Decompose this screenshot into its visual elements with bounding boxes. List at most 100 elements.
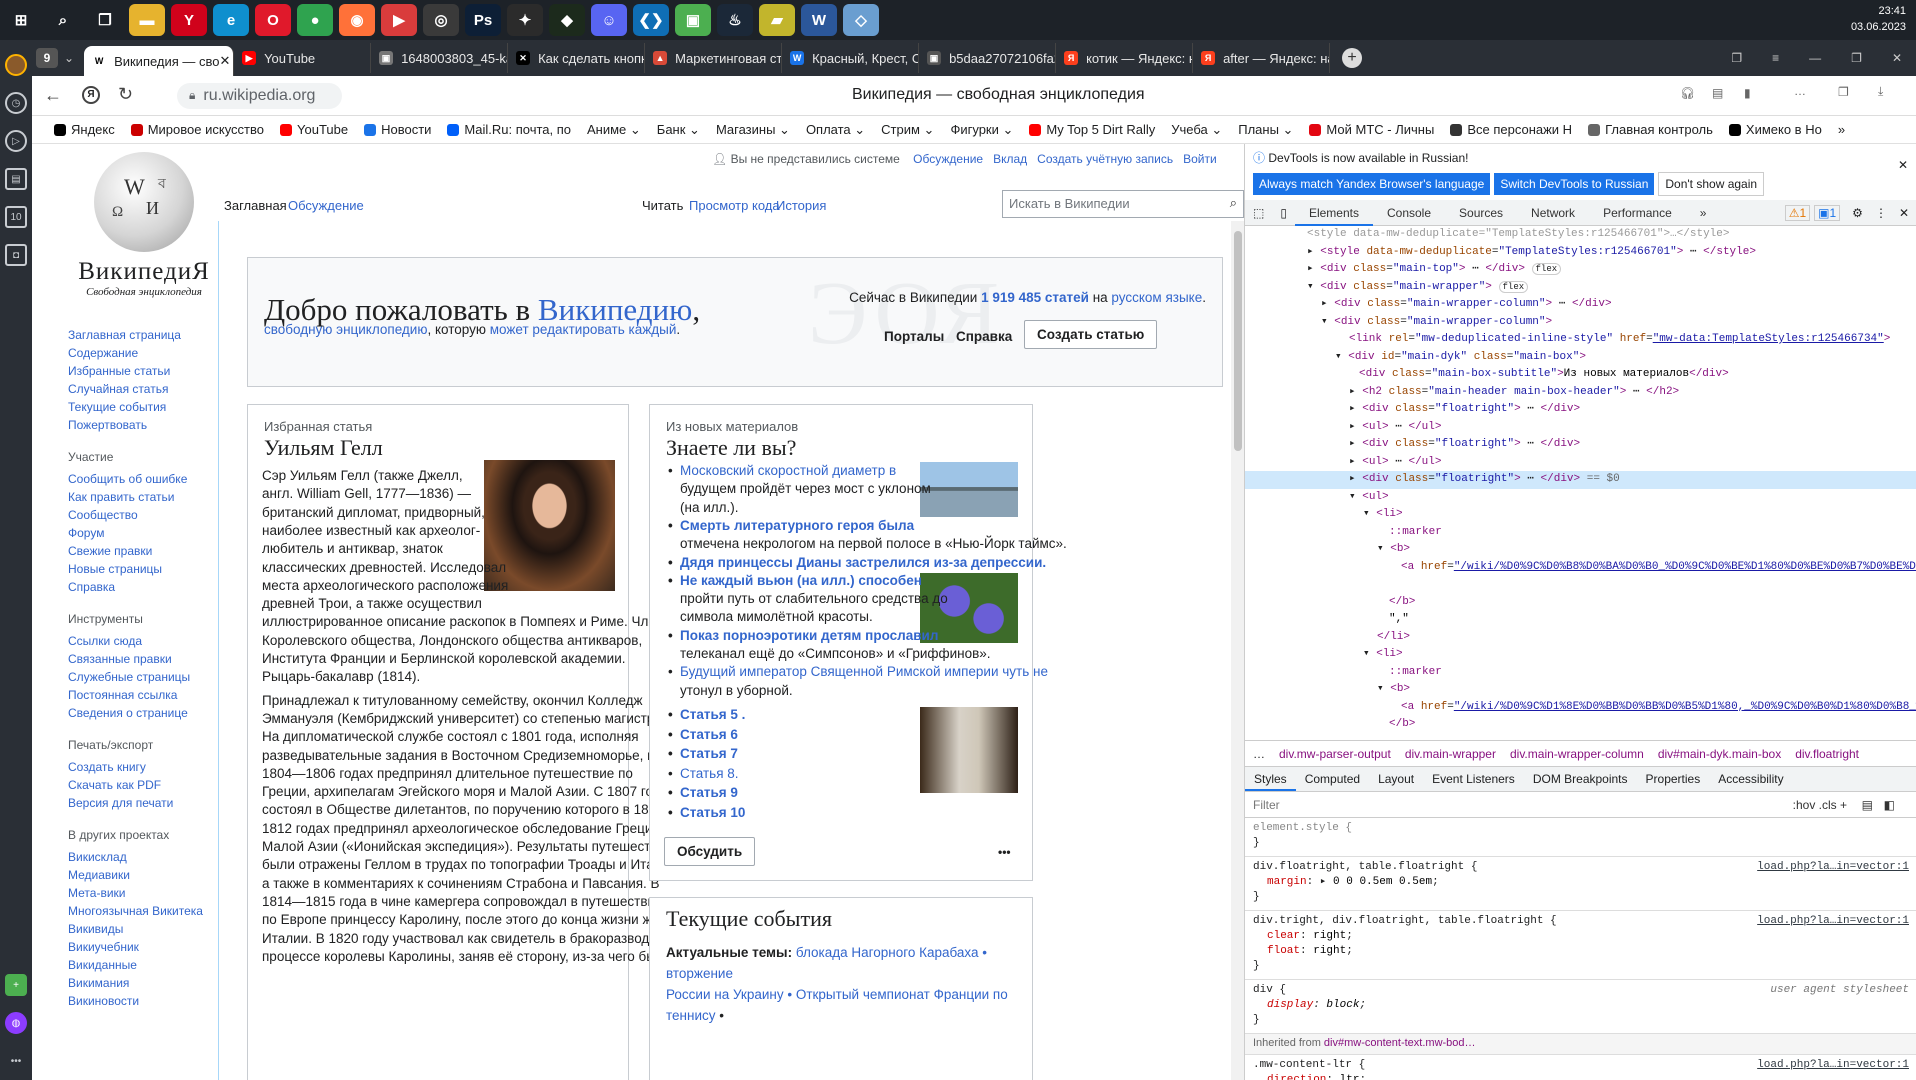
create-article-button[interactable]: Создать статью [1024,320,1158,349]
sidebar-link[interactable]: Постоянная ссылка [68,688,208,702]
tab-main-page[interactable]: Заглавная [224,198,287,213]
back-icon[interactable]: ← [44,85,62,106]
breadcrumb-item[interactable]: div.mw-parser-output [1279,747,1391,761]
bookmark-item[interactable]: Стрим ⌄ [881,122,934,138]
styles-subtab[interactable]: Accessibility [1709,767,1792,791]
notes-icon[interactable]: 10 [5,206,27,228]
dyk-item-line[interactable]: утонул в уборной. [680,680,793,702]
discuss-button[interactable]: Обсудить [664,837,756,866]
sidebar-link[interactable]: Заглавная страница [68,328,208,342]
browser-tab[interactable]: ▶ YouTube [234,43,372,73]
sidebar-link[interactable]: Викиновости [68,994,208,1008]
device-toggle-icon[interactable]: ▯ [1272,206,1295,220]
more-icon[interactable]: ••• [5,1050,27,1072]
sidebar-link[interactable]: Текущие события [68,400,208,414]
help-link[interactable]: Справка [956,329,1012,344]
opera-icon[interactable]: O [255,4,291,36]
search-icon[interactable]: ⌕ [45,4,81,36]
bookmark-item[interactable]: Главная контроль [1588,122,1713,137]
bookmark-icon[interactable]: ▮ [1744,86,1751,100]
url-field[interactable]: 🔒︎ ru.wikipedia.org [177,82,342,109]
bookmark-item[interactable]: Фигурки ⌄ [950,122,1013,138]
davinci-icon[interactable]: ✦ [507,4,543,36]
bookmark-item[interactable]: YouTube [280,122,348,137]
styles-subtab[interactable]: Properties [1637,767,1710,791]
close-banner-icon[interactable]: ✕ [1898,158,1908,172]
sidebar-link[interactable]: Как править статьи [68,490,208,504]
bookmark-item[interactable]: My Top 5 Dirt Rally [1029,122,1155,137]
switch-russian-button[interactable]: Switch DevTools to Russian [1494,173,1655,195]
browser-tab[interactable]: ▣ 1648003803_45-karti [371,43,509,73]
user-link[interactable]: Войти [1183,152,1217,166]
headphones-icon[interactable]: 🎧︎ [1680,86,1695,100]
user-link[interactable]: Создать учётную запись [1037,152,1173,166]
styles-subtab[interactable]: DOM Breakpoints [1524,767,1637,791]
tab-history[interactable]: История [776,198,826,213]
sidebar-link[interactable]: Викисклад [68,850,208,864]
sidebar-link[interactable]: Содержание [68,346,208,360]
sidebar-link[interactable]: Скачать как PDF [68,778,208,792]
file-explorer-icon[interactable]: ▬ [129,4,165,36]
search-input[interactable]: Искать в Википедии ⌕ [1002,190,1244,218]
bookmark-item[interactable]: Планы ⌄ [1238,122,1293,138]
devtools-tab[interactable]: Network [1517,200,1589,226]
alice-icon[interactable]: ◍ [5,1012,27,1034]
styles-subtab[interactable]: Layout [1369,767,1423,791]
sidebar-link[interactable]: Викимания [68,976,208,990]
collections-icon[interactable]: ▤ [5,168,27,190]
minimize-button[interactable]: — [1809,51,1821,65]
more-options-icon[interactable]: ••• [998,845,1011,859]
browser-tab[interactable]: W Красный, Крест, Ош [782,43,920,73]
restore-button[interactable]: ❐ [1851,51,1862,65]
tab-talk[interactable]: Обсуждение [288,198,364,213]
sidebar-link[interactable]: Служебные страницы [68,670,208,684]
steam-icon[interactable]: ♨ [717,4,753,36]
styles-subtab[interactable]: Event Listeners [1423,767,1524,791]
new-tab-button[interactable]: + [1342,48,1363,68]
page-scrollbar[interactable] [1231,221,1244,1080]
firefox-icon[interactable]: ◉ [339,4,375,36]
browser-tab[interactable]: Яafter — Яндекс: наш [1193,43,1331,73]
match-language-button[interactable]: Always match Yandex Browser's language [1253,173,1491,195]
bookmark-item[interactable]: Банк ⌄ [657,122,700,138]
sidebar-link[interactable]: Форум [68,526,208,540]
sidebar-link[interactable]: Медиавики [68,868,208,882]
issues-badge[interactable]: ▣1 [1814,204,1841,221]
sidebar-link[interactable]: Сообщество [68,508,208,522]
app-green-icon[interactable]: ▣ [675,4,711,36]
filter-tools[interactable]: :hov .cls + [1793,798,1847,812]
add-panel-icon[interactable]: + [5,974,27,996]
sidebar-link[interactable]: Викиучебник [68,940,208,954]
game-app-icon[interactable]: ◆ [549,4,585,36]
bookmark-item[interactable]: Химеко в Но [1728,122,1822,137]
styles-filter-input[interactable]: Filter :hov .cls + ▤ ◧ [1245,792,1916,818]
breadcrumb-item[interactable]: div.main-wrapper [1405,747,1496,761]
more-page-actions-icon[interactable]: … [1794,84,1806,98]
downloads-icon[interactable]: ⤓ [1878,84,1883,99]
app-red-icon[interactable]: ▶ [381,4,417,36]
browser-tab[interactable]: Якотик — Яндекс: нас [1056,43,1194,73]
bridge-image[interactable] [920,462,1018,517]
featured-title[interactable]: Уильям Гелл [264,435,383,461]
tab-view-source[interactable]: Просмотр кода [689,198,780,213]
task-view-icon[interactable]: ❐ [87,4,123,36]
bookmark-item[interactable]: Учеба ⌄ [1171,122,1222,138]
sidebar-link[interactable]: Викивиды [68,922,208,936]
chrome-icon[interactable]: ● [297,4,333,36]
bookmark-item[interactable]: Новости [364,122,431,137]
boy-photo-image[interactable] [920,707,1018,793]
sidebar-link[interactable]: Пожертвовать [68,418,208,432]
sidebar-link[interactable]: Сведения о странице [68,706,208,720]
styles-subtab[interactable]: Computed [1296,767,1369,791]
app-yellow-icon[interactable]: ▰ [759,4,795,36]
selected-dom-node[interactable]: ▸ <div class="floatright"> ⋯ </div> == $… [1245,471,1916,489]
dont-show-again-button[interactable]: Don't show again [1658,172,1765,196]
bookmark-item[interactable]: Оплата ⌄ [806,122,865,138]
bookmark-item[interactable]: Аниме ⌄ [587,122,641,138]
sidebar-link[interactable]: Справка [68,580,208,594]
dyk-item-line[interactable]: • Статья 10 [668,802,745,824]
browser-tab[interactable]: ▣ b5daa27072106fa26 [919,43,1057,73]
browser-tab[interactable]: ✕ Как сделать кнопку [508,43,646,73]
yandex-icon[interactable]: Y [171,4,207,36]
discord-icon[interactable]: ☺ [591,4,627,36]
